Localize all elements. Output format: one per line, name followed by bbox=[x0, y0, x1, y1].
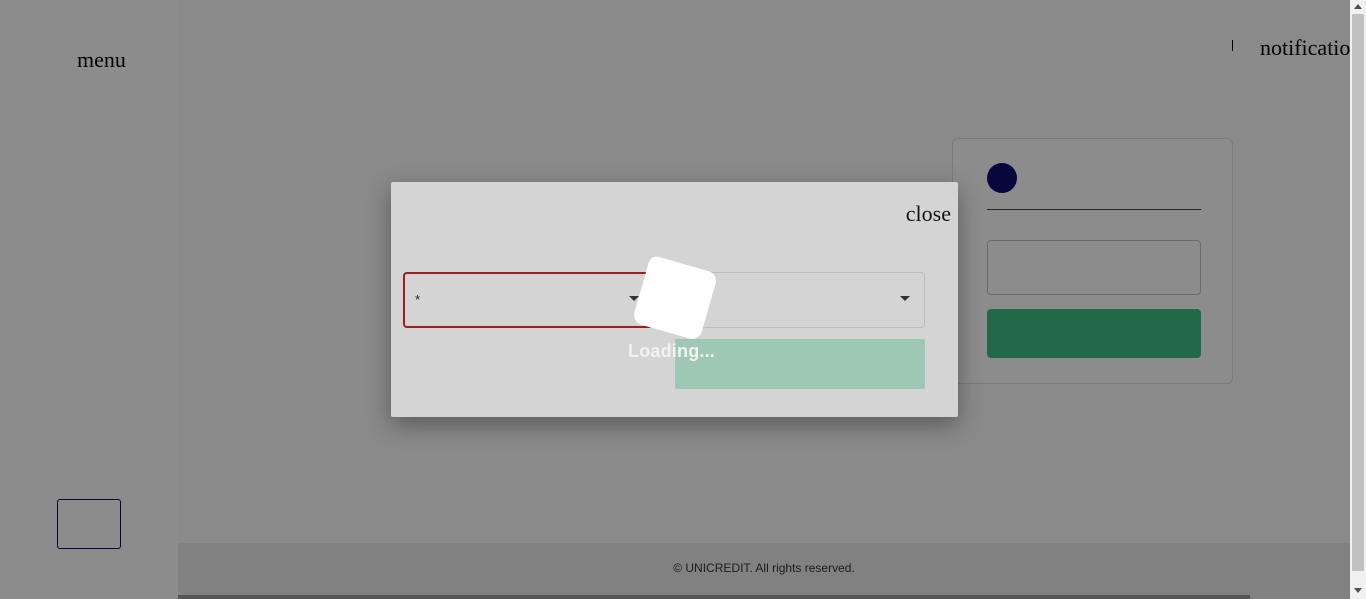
required-select[interactable]: * bbox=[403, 272, 653, 328]
chevron-down-icon bbox=[900, 296, 910, 301]
required-marker: * bbox=[415, 292, 421, 307]
scroll-down-icon[interactable] bbox=[1354, 588, 1362, 593]
scroll-up-icon[interactable] bbox=[1354, 4, 1362, 9]
close-button[interactable]: close bbox=[906, 201, 951, 227]
scrollbar-thumb[interactable] bbox=[1352, 14, 1364, 571]
vertical-scrollbar[interactable] bbox=[1350, 0, 1366, 599]
loading-text: Loading... bbox=[628, 341, 715, 361]
